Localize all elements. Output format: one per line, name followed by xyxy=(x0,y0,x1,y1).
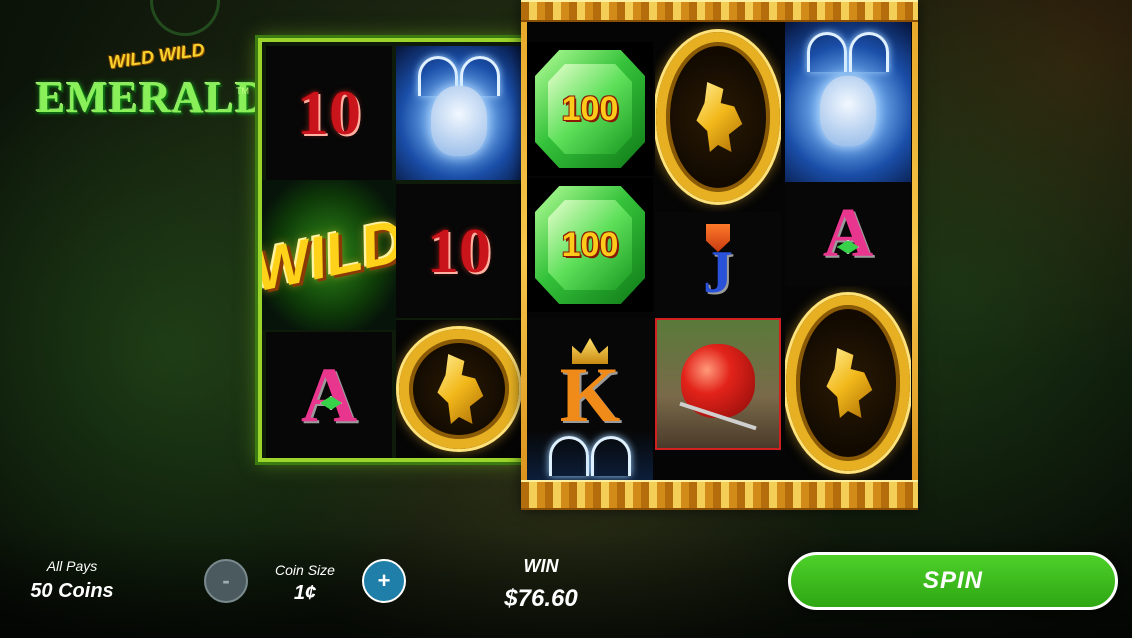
all-pays-display: All Pays 50 Coins xyxy=(20,558,124,603)
reel-1-row-2: WILD xyxy=(262,180,396,330)
reel-3-row-2: 100 xyxy=(527,178,653,312)
symbol-ten: 10 xyxy=(297,77,361,148)
spiral-decoration xyxy=(150,0,220,36)
reel-4-row-3 xyxy=(655,318,781,450)
reel-3-row-1: 100 xyxy=(527,42,653,176)
coin-size-value: 1¢ xyxy=(293,582,317,604)
symbol-ten: 10 xyxy=(427,215,491,286)
reel-2-row-3 xyxy=(396,320,522,458)
deer-icon xyxy=(820,76,876,146)
spin-button[interactable]: SPIN xyxy=(788,552,1118,610)
reel-5-row-1 xyxy=(785,22,911,182)
logo-tagline: WILD WILD xyxy=(107,39,206,73)
reel-2-row-1 xyxy=(396,46,522,180)
emerald-value: 100 xyxy=(561,225,619,264)
symbol-a: A xyxy=(300,351,358,438)
coin-size-display: Coin Size 1¢ xyxy=(262,562,348,605)
win-display: WIN $76.60 xyxy=(486,556,596,613)
antler-icon xyxy=(549,436,589,476)
symbol-wild: WILD xyxy=(262,206,396,304)
reel-5-row-2: A xyxy=(785,182,911,286)
emerald-gem-icon: 100 xyxy=(535,50,645,168)
antler-icon xyxy=(591,436,631,476)
all-pays-label: All Pays xyxy=(46,558,98,574)
gold-frame-top xyxy=(521,0,918,22)
gold-frame-bottom xyxy=(521,480,918,510)
reel-4-row-2: J xyxy=(655,212,781,318)
win-label: WIN xyxy=(523,556,559,576)
reel-1-row-3: A xyxy=(266,332,392,458)
reel-1-row-1: 10 xyxy=(266,46,392,180)
logo-title: EMERALD xyxy=(36,73,268,122)
coin-size-label: Coin Size xyxy=(275,562,335,578)
reel-set-right: 100 100 K J A xyxy=(521,0,918,510)
symbol-a: A xyxy=(822,195,874,272)
reel-2-row-2: 10 xyxy=(396,184,522,318)
deer-icon xyxy=(431,86,487,156)
emerald-value: 100 xyxy=(561,89,619,128)
crown-icon xyxy=(572,338,608,364)
emerald-gem-icon: 100 xyxy=(535,186,645,304)
antler-icon xyxy=(807,32,847,72)
game-logo: WILD WILD EMERALD TM xyxy=(36,39,267,146)
decrease-coin-size-button[interactable]: - xyxy=(204,559,248,603)
increase-coin-size-button[interactable]: + xyxy=(362,559,406,603)
reel-set-left: 10 WILD A 10 xyxy=(258,38,528,462)
reel-4-row-1 xyxy=(655,22,781,212)
bottom-hud: All Pays 50 Coins - Coin Size 1¢ + WIN $… xyxy=(0,538,1132,638)
reel-window: 100 100 K J A xyxy=(527,22,912,480)
reel-5-row-3 xyxy=(785,286,911,480)
reel-3-row-4-partial xyxy=(527,430,653,480)
antler-icon xyxy=(849,32,889,72)
all-pays-value: 50 Coins xyxy=(30,580,114,602)
logo-trademark: TM xyxy=(236,86,249,96)
win-amount: $76.60 xyxy=(504,585,578,612)
